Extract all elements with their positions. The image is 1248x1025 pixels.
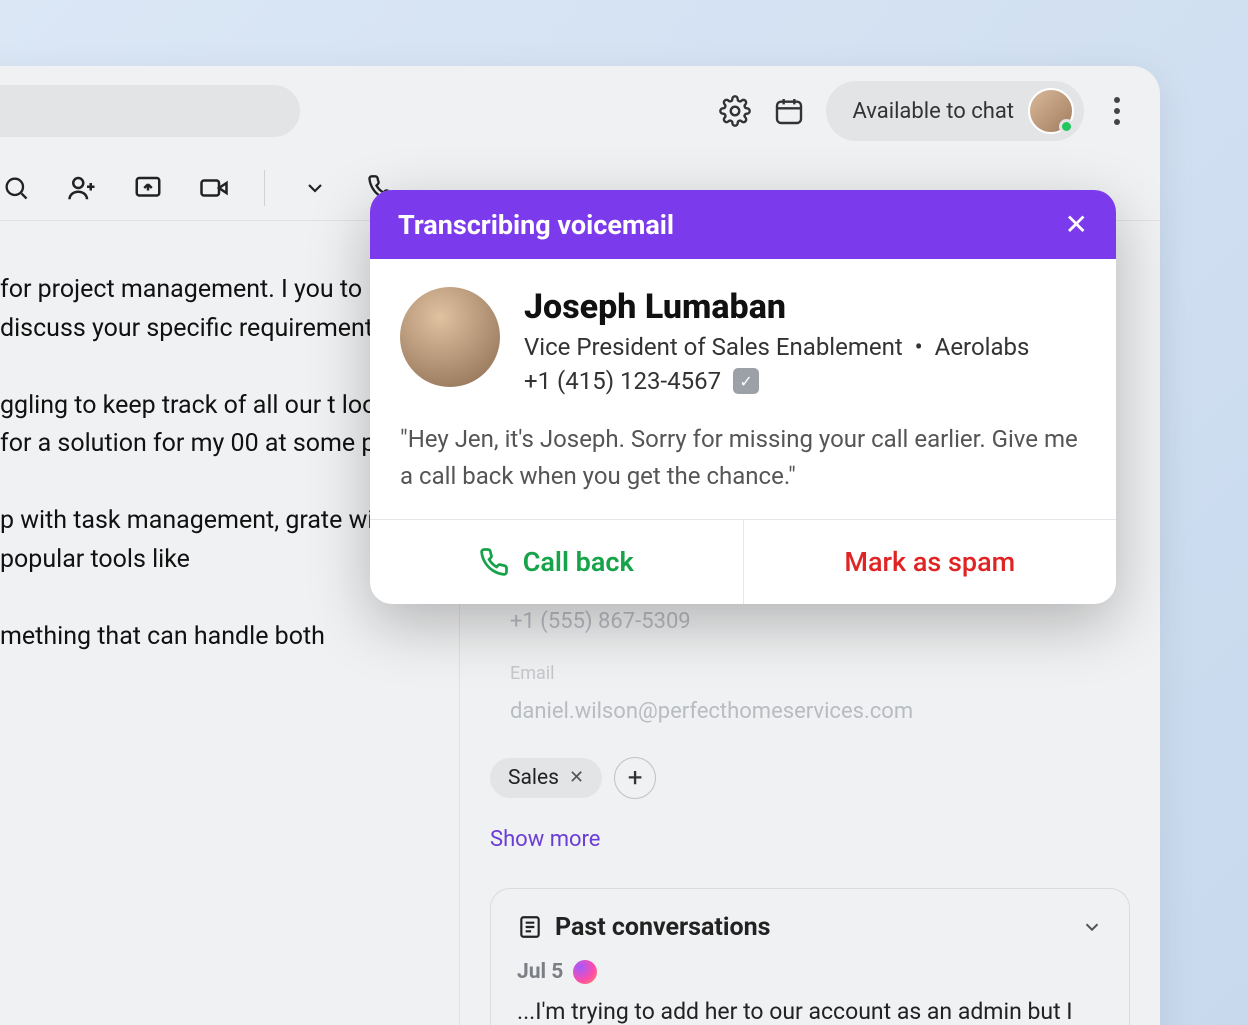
chevron-down-icon[interactable]	[299, 172, 331, 204]
search-icon[interactable]	[0, 172, 32, 204]
status-pill[interactable]: Available to chat	[826, 81, 1084, 141]
past-conversations-header[interactable]: Past conversations	[517, 913, 1103, 942]
call-back-button[interactable]: Call back	[370, 520, 744, 604]
video-icon[interactable]	[198, 172, 230, 204]
remove-tag-icon[interactable]: ✕	[569, 767, 584, 788]
verified-check-icon: ✓	[733, 368, 759, 394]
messenger-icon	[573, 960, 597, 984]
search-input[interactable]: d	[0, 85, 300, 137]
phone-icon	[479, 547, 509, 577]
modal-title: Transcribing voicemail	[398, 209, 674, 241]
contact-title: Vice President of Sales Enablement • Aer…	[524, 333, 1086, 361]
share-screen-icon[interactable]	[132, 172, 164, 204]
show-more-link[interactable]: Show more	[490, 827, 1130, 852]
status-label: Available to chat	[852, 99, 1014, 124]
past-conversations-card: Past conversations Jul 5 ...I'm trying t…	[490, 888, 1130, 1025]
tag-sales[interactable]: Sales ✕	[490, 758, 602, 798]
presence-indicator	[1059, 119, 1074, 134]
user-avatar[interactable]	[1028, 88, 1074, 134]
message-line: mething that can handle both	[0, 618, 439, 657]
transcript-icon	[517, 914, 543, 940]
mark-spam-button[interactable]: Mark as spam	[744, 520, 1117, 604]
contact-phone: +1 (415) 123-4567 ✓	[524, 367, 1086, 395]
contact-row: Joseph Lumaban Vice President of Sales E…	[400, 287, 1086, 395]
tag-row: Sales ✕ +	[490, 757, 1130, 799]
topbar: d Available to chat	[0, 66, 1160, 156]
voicemail-modal: Transcribing voicemail ✕ Joseph Lumaban …	[370, 190, 1116, 604]
modal-header: Transcribing voicemail ✕	[370, 190, 1116, 259]
contact-avatar	[400, 287, 500, 387]
voicemail-transcript: "Hey Jen, it's Joseph. Sorry for missing…	[400, 421, 1086, 495]
past-conversation-snippet[interactable]: ...I'm trying to add her to our account …	[517, 994, 1103, 1025]
close-icon[interactable]: ✕	[1065, 208, 1088, 241]
calendar-icon[interactable]	[772, 94, 806, 128]
add-user-icon[interactable]	[66, 172, 98, 204]
past-conversation-date: Jul 5	[517, 960, 1103, 984]
gear-icon[interactable]	[718, 94, 752, 128]
more-menu-icon[interactable]	[1104, 97, 1130, 125]
modal-actions: Call back Mark as spam	[370, 519, 1116, 604]
chevron-down-icon[interactable]	[1081, 916, 1103, 938]
add-tag-button[interactable]: +	[614, 757, 656, 799]
contact-name: Joseph Lumaban	[524, 287, 1086, 327]
